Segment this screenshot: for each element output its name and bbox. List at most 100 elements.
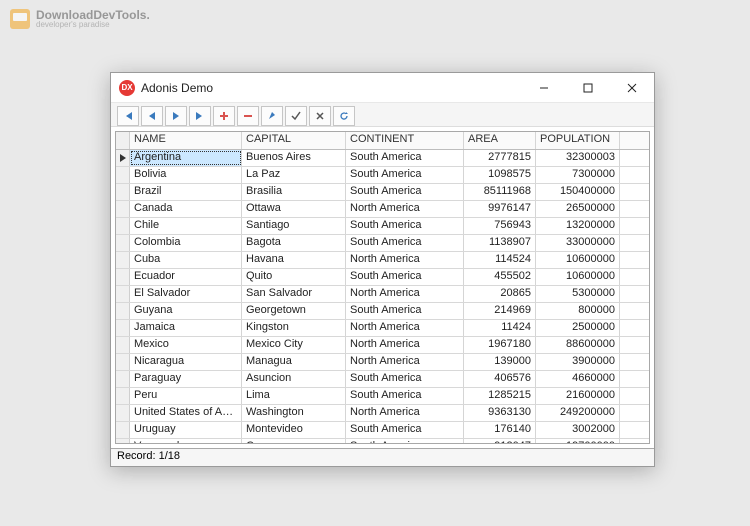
cell-capital[interactable]: Ottawa	[242, 201, 346, 217]
delete-button[interactable]	[237, 106, 259, 126]
cell-capital[interactable]: Quito	[242, 269, 346, 285]
cell-continent[interactable]: North America	[346, 354, 464, 370]
table-row[interactable]: ArgentinaBuenos AiresSouth America277781…	[116, 150, 649, 167]
cell-capital[interactable]: Washington	[242, 405, 346, 421]
table-row[interactable]: GuyanaGeorgetownSouth America21496980000…	[116, 303, 649, 320]
cell-capital[interactable]: Caracas	[242, 439, 346, 443]
table-row[interactable]: BoliviaLa PazSouth America10985757300000	[116, 167, 649, 184]
cell-area[interactable]: 9976147	[464, 201, 536, 217]
cell-area[interactable]: 756943	[464, 218, 536, 234]
cell-name[interactable]: Ecuador	[130, 269, 242, 285]
table-row[interactable]: CanadaOttawaNorth America997614726500000	[116, 201, 649, 218]
cell-continent[interactable]: North America	[346, 201, 464, 217]
cell-continent[interactable]: South America	[346, 150, 464, 166]
cell-area[interactable]: 1138907	[464, 235, 536, 251]
cell-name[interactable]: Venezuela	[130, 439, 242, 443]
cell-capital[interactable]: Bagota	[242, 235, 346, 251]
cell-area[interactable]: 1098575	[464, 167, 536, 183]
cell-name[interactable]: Paraguay	[130, 371, 242, 387]
col-area[interactable]: AREA	[464, 132, 536, 149]
cell-capital[interactable]: Montevideo	[242, 422, 346, 438]
cell-name[interactable]: Mexico	[130, 337, 242, 353]
cell-capital[interactable]: Mexico City	[242, 337, 346, 353]
last-button[interactable]	[189, 106, 211, 126]
cell-population[interactable]: 7300000	[536, 167, 620, 183]
grid-rows[interactable]: ArgentinaBuenos AiresSouth America277781…	[116, 150, 649, 443]
cell-continent[interactable]: South America	[346, 422, 464, 438]
col-capital[interactable]: CAPITAL	[242, 132, 346, 149]
maximize-button[interactable]	[566, 73, 610, 103]
cell-area[interactable]: 214969	[464, 303, 536, 319]
cell-continent[interactable]: South America	[346, 184, 464, 200]
cell-continent[interactable]: North America	[346, 286, 464, 302]
table-row[interactable]: PeruLimaSouth America128521521600000	[116, 388, 649, 405]
cell-area[interactable]: 139000	[464, 354, 536, 370]
minimize-button[interactable]	[522, 73, 566, 103]
table-row[interactable]: MexicoMexico CityNorth America1967180886…	[116, 337, 649, 354]
edit-button[interactable]	[261, 106, 283, 126]
cell-name[interactable]: Nicaragua	[130, 354, 242, 370]
cell-name[interactable]: United States of America	[130, 405, 242, 421]
cell-capital[interactable]: Santiago	[242, 218, 346, 234]
cell-continent[interactable]: South America	[346, 303, 464, 319]
table-row[interactable]: ParaguayAsuncionSouth America40657646600…	[116, 371, 649, 388]
cell-name[interactable]: Canada	[130, 201, 242, 217]
cell-continent[interactable]: South America	[346, 439, 464, 443]
cell-name[interactable]: El Salvador	[130, 286, 242, 302]
cell-population[interactable]: 3900000	[536, 354, 620, 370]
cell-population[interactable]: 5300000	[536, 286, 620, 302]
cell-population[interactable]: 249200000	[536, 405, 620, 421]
cell-name[interactable]: Colombia	[130, 235, 242, 251]
cell-population[interactable]: 800000	[536, 303, 620, 319]
cell-area[interactable]: 912047	[464, 439, 536, 443]
cell-capital[interactable]: La Paz	[242, 167, 346, 183]
cell-population[interactable]: 26500000	[536, 201, 620, 217]
cell-area[interactable]: 176140	[464, 422, 536, 438]
cell-name[interactable]: Jamaica	[130, 320, 242, 336]
cell-area[interactable]: 85111968	[464, 184, 536, 200]
cell-population[interactable]: 4660000	[536, 371, 620, 387]
cell-name[interactable]: Peru	[130, 388, 242, 404]
cell-area[interactable]: 114524	[464, 252, 536, 268]
table-row[interactable]: ColombiaBagotaSouth America1138907330000…	[116, 235, 649, 252]
cancel-button[interactable]	[309, 106, 331, 126]
table-row[interactable]: El SalvadorSan SalvadorNorth America2086…	[116, 286, 649, 303]
table-row[interactable]: CubaHavanaNorth America11452410600000	[116, 252, 649, 269]
cell-continent[interactable]: South America	[346, 235, 464, 251]
cell-population[interactable]: 13200000	[536, 218, 620, 234]
cell-area[interactable]: 11424	[464, 320, 536, 336]
cell-continent[interactable]: North America	[346, 405, 464, 421]
table-row[interactable]: EcuadorQuitoSouth America45550210600000	[116, 269, 649, 286]
cell-continent[interactable]: South America	[346, 269, 464, 285]
cell-capital[interactable]: Havana	[242, 252, 346, 268]
cell-population[interactable]: 10600000	[536, 269, 620, 285]
cell-capital[interactable]: Kingston	[242, 320, 346, 336]
cell-continent[interactable]: North America	[346, 320, 464, 336]
cell-continent[interactable]: South America	[346, 218, 464, 234]
cell-name[interactable]: Brazil	[130, 184, 242, 200]
prev-button[interactable]	[141, 106, 163, 126]
cell-name[interactable]: Bolivia	[130, 167, 242, 183]
col-continent[interactable]: CONTINENT	[346, 132, 464, 149]
cell-capital[interactable]: Lima	[242, 388, 346, 404]
cell-name[interactable]: Guyana	[130, 303, 242, 319]
cell-capital[interactable]: Buenos Aires	[242, 150, 346, 166]
cell-population[interactable]: 21600000	[536, 388, 620, 404]
cell-continent[interactable]: South America	[346, 388, 464, 404]
cell-population[interactable]: 88600000	[536, 337, 620, 353]
cell-area[interactable]: 455502	[464, 269, 536, 285]
cell-area[interactable]: 9363130	[464, 405, 536, 421]
cell-area[interactable]: 20865	[464, 286, 536, 302]
close-button[interactable]	[610, 73, 654, 103]
cell-population[interactable]: 2500000	[536, 320, 620, 336]
cell-capital[interactable]: Georgetown	[242, 303, 346, 319]
cell-continent[interactable]: North America	[346, 252, 464, 268]
cell-population[interactable]: 10600000	[536, 252, 620, 268]
table-row[interactable]: BrazilBrasiliaSouth America8511196815040…	[116, 184, 649, 201]
table-row[interactable]: UruguayMontevideoSouth America1761403002…	[116, 422, 649, 439]
cell-area[interactable]: 1967180	[464, 337, 536, 353]
col-population[interactable]: POPULATION	[536, 132, 620, 149]
post-button[interactable]	[285, 106, 307, 126]
next-button[interactable]	[165, 106, 187, 126]
cell-name[interactable]: Argentina	[130, 150, 242, 166]
